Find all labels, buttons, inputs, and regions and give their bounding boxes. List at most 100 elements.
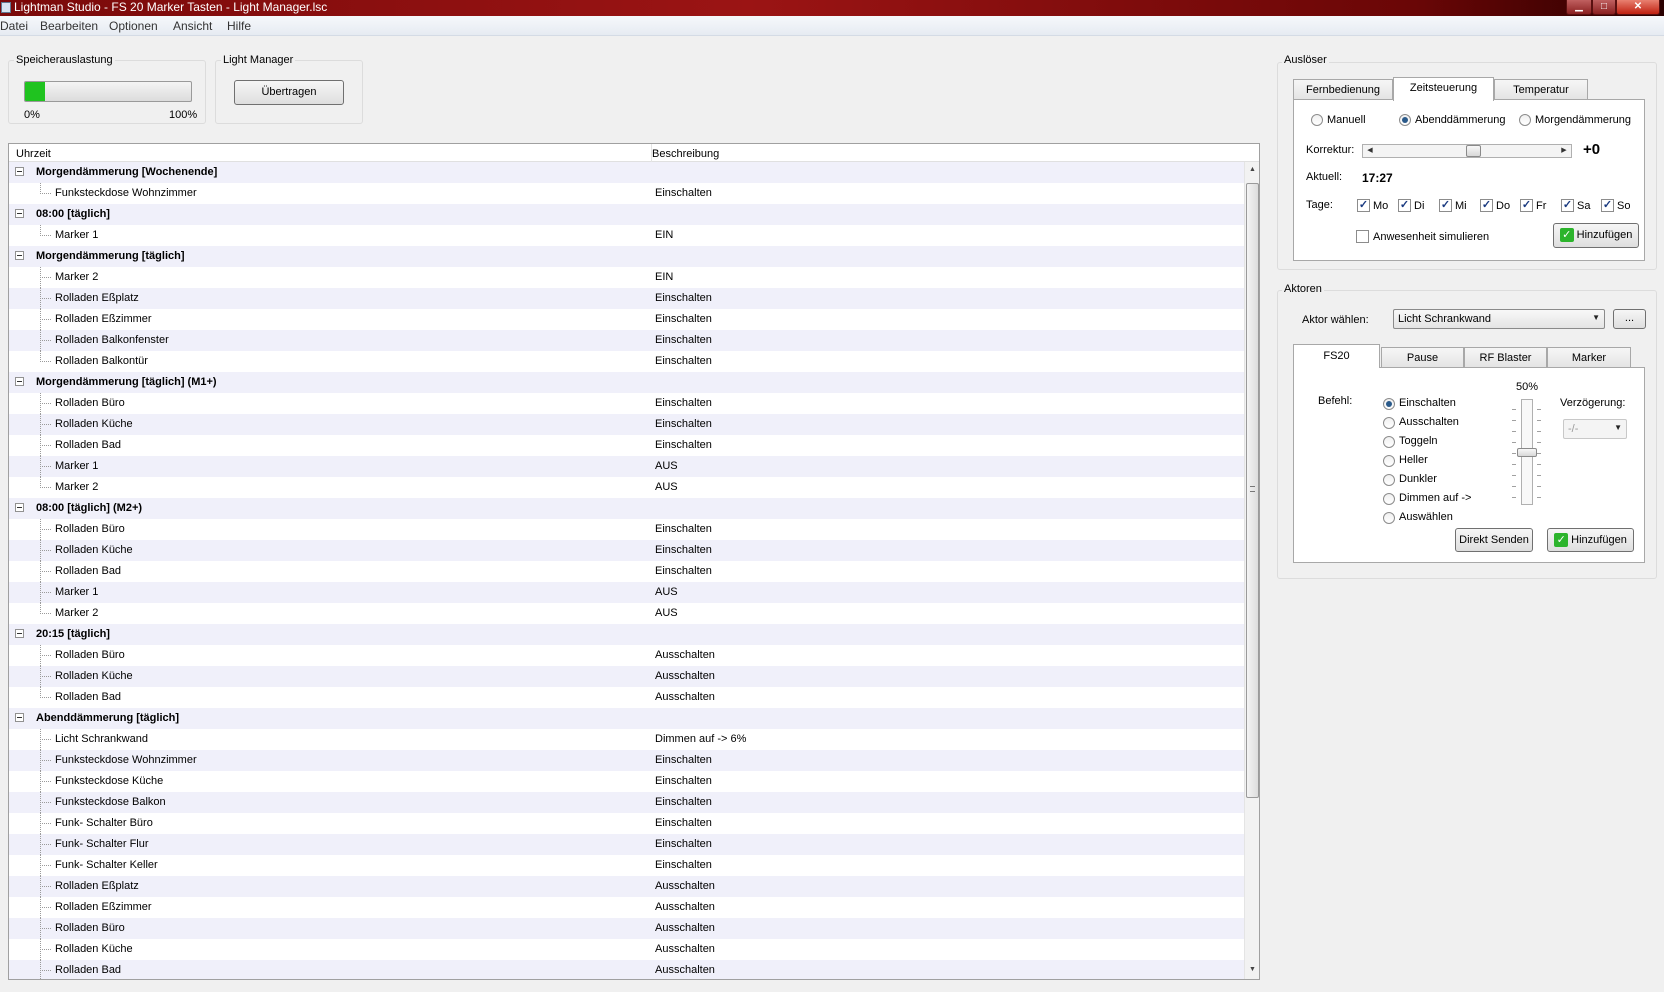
tree-group-row[interactable]: 08:00 [täglich] [9,204,1244,225]
day-label-do[interactable]: Do [1496,200,1510,212]
tree-item-row[interactable]: Rolladen Eßplatz Ausschalten [9,876,1244,897]
command-radio[interactable] [1383,417,1395,429]
tree-group-row[interactable]: Morgendämmerung [täglich] [9,246,1244,267]
mode-label-manuell[interactable]: Manuell [1327,114,1366,126]
tree-item-row[interactable]: Rolladen Küche Einschalten [9,540,1244,561]
tree-item-row[interactable]: Rolladen Bad Einschalten [9,561,1244,582]
tree-item-row[interactable]: Rolladen Küche Ausschalten [9,939,1244,960]
day-label-mi[interactable]: Mi [1455,200,1467,212]
command-label-option[interactable]: Einschalten [1399,397,1456,409]
tree-item-row[interactable]: Funksteckdose Balkon Einschalten [9,792,1244,813]
slider-left-arrow-icon[interactable]: ◀ [1363,145,1377,157]
column-header-description[interactable]: Beschreibung [652,148,719,160]
command-label-option[interactable]: Heller [1399,454,1428,466]
mode-radio-manuell[interactable] [1311,114,1323,126]
tab-zeitsteuerung[interactable]: Zeitsteuerung [1393,77,1494,101]
day-label-fr[interactable]: Fr [1536,200,1546,212]
tree-item-row[interactable]: Funksteckdose Wohnzimmer Einschalten [9,750,1244,771]
scroll-down-arrow-icon[interactable]: ▼ [1245,962,1259,978]
tab-marker[interactable]: Marker [1547,347,1631,367]
actor-more-button[interactable]: ... [1613,309,1646,329]
tree-item-row[interactable]: Licht Schrankwand Dimmen auf -> 6% [9,729,1244,750]
tab-fs20[interactable]: FS20 [1293,344,1380,368]
day-checkbox-do[interactable]: ✓ [1480,199,1493,212]
delay-select[interactable]: -/- ▼ [1563,419,1627,439]
command-radio[interactable] [1383,455,1395,467]
mode-radio-abenddaemmerung[interactable] [1399,114,1411,126]
collapse-icon[interactable] [15,377,24,386]
actor-select[interactable]: Licht Schrankwand ▼ [1393,309,1605,329]
tree-item-row[interactable]: Marker 2 AUS [9,477,1244,498]
collapse-icon[interactable] [15,209,24,218]
day-label-di[interactable]: Di [1414,200,1424,212]
day-label-so[interactable]: So [1617,200,1630,212]
collapse-icon[interactable] [15,251,24,260]
scroll-thumb[interactable] [1246,183,1259,798]
command-radio[interactable] [1383,436,1395,448]
tab-pause[interactable]: Pause [1381,347,1464,367]
tree-group-row[interactable]: Abenddämmerung [täglich] [9,708,1244,729]
command-label-option[interactable]: Toggeln [1399,435,1438,447]
menu-hilfe[interactable]: Hilfe [227,19,251,33]
tree-item-row[interactable]: Rolladen Balkontür Einschalten [9,351,1244,372]
maximize-button[interactable]: □ [1592,0,1616,15]
dim-slider-thumb[interactable] [1517,448,1537,457]
collapse-icon[interactable] [15,629,24,638]
tree-group-row[interactable]: 20:15 [täglich] [9,624,1244,645]
command-label-option[interactable]: Dunkler [1399,473,1437,485]
slider-right-arrow-icon[interactable]: ▶ [1557,145,1571,157]
tree-item-row[interactable]: Rolladen Küche Ausschalten [9,666,1244,687]
tree-item-row[interactable]: Marker 1 EIN [9,225,1244,246]
tab-rf-blaster[interactable]: RF Blaster [1464,347,1547,367]
tree-item-row[interactable]: Rolladen Eßplatz Einschalten [9,288,1244,309]
tree-group-row[interactable]: Morgendämmerung [Wochenende] [9,162,1244,183]
tree-item-row[interactable]: Rolladen Eßzimmer Ausschalten [9,897,1244,918]
command-radio[interactable] [1383,398,1395,410]
tree-item-row[interactable]: Rolladen Küche Einschalten [9,414,1244,435]
correction-slider-thumb[interactable] [1466,145,1481,157]
correction-slider[interactable]: ◀ ▶ [1362,144,1572,158]
mode-radio-morgendaemmerung[interactable] [1519,114,1531,126]
command-radio[interactable] [1383,493,1395,505]
tree-item-row[interactable]: Rolladen Büro Einschalten [9,393,1244,414]
collapse-icon[interactable] [15,503,24,512]
day-checkbox-so[interactable]: ✓ [1601,199,1614,212]
tree-scrollbar[interactable]: ▲ ▼ [1244,162,1259,979]
day-label-sa[interactable]: Sa [1577,200,1590,212]
mode-label-abenddaemmerung[interactable]: Abenddämmerung [1415,114,1506,126]
tree-item-row[interactable]: Funksteckdose Wohnzimmer Einschalten [9,183,1244,204]
tree-item-row[interactable]: Rolladen Balkonfenster Einschalten [9,330,1244,351]
collapse-icon[interactable] [15,713,24,722]
menu-datei[interactable]: Datei [0,19,28,33]
actor-add-button[interactable]: ✓ Hinzufügen [1547,528,1634,552]
tree-item-row[interactable]: Funksteckdose Küche Einschalten [9,771,1244,792]
tab-fernbedienung[interactable]: Fernbedienung [1293,79,1393,99]
tree-item-row[interactable]: Marker 2 EIN [9,267,1244,288]
menu-ansicht[interactable]: Ansicht [173,19,212,33]
simulate-presence-checkbox[interactable] [1356,230,1369,243]
scroll-up-arrow-icon[interactable]: ▲ [1245,162,1259,178]
day-label-mo[interactable]: Mo [1373,200,1388,212]
menu-bearbeiten[interactable]: Bearbeiten [40,19,98,33]
day-checkbox-fr[interactable]: ✓ [1520,199,1533,212]
command-label-option[interactable]: Ausschalten [1399,416,1459,428]
tree-item-row[interactable]: Funk- Schalter Flur Einschalten [9,834,1244,855]
tree-item-row[interactable]: Funk- Schalter Büro Einschalten [9,813,1244,834]
tree-item-row[interactable]: Rolladen Bad Einschalten [9,435,1244,456]
tree-item-row[interactable]: Marker 1 AUS [9,582,1244,603]
schedule-tree[interactable]: Uhrzeit Beschreibung Morgendämmerung [Wo… [8,143,1260,980]
day-checkbox-mi[interactable]: ✓ [1439,199,1452,212]
command-label-option[interactable]: Dimmen auf -> [1399,492,1471,504]
tree-item-row[interactable]: Rolladen Bad Ausschalten [9,687,1244,708]
tree-item-row[interactable]: Rolladen Eßzimmer Einschalten [9,309,1244,330]
day-checkbox-sa[interactable]: ✓ [1561,199,1574,212]
command-radio[interactable] [1383,474,1395,486]
collapse-icon[interactable] [15,167,24,176]
tree-group-row[interactable]: 08:00 [täglich] (M2+) [9,498,1244,519]
tree-group-row[interactable]: Morgendämmerung [täglich] (M1+) [9,372,1244,393]
transfer-button[interactable]: Übertragen [234,80,344,105]
tree-item-row[interactable]: Funk- Schalter Keller Einschalten [9,855,1244,876]
simulate-presence-label[interactable]: Anwesenheit simulieren [1373,231,1489,243]
trigger-add-button[interactable]: ✓ Hinzufügen [1553,223,1639,248]
menu-optionen[interactable]: Optionen [109,19,158,33]
